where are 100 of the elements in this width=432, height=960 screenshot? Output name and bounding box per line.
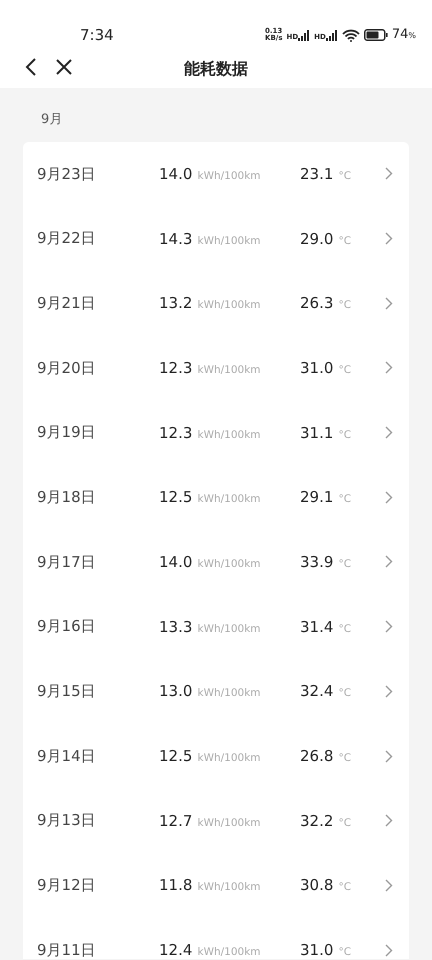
energy-unit: kWh/100km xyxy=(198,364,261,376)
energy-value: 12.4 xyxy=(159,941,192,958)
chevron-right-icon xyxy=(385,684,393,698)
energy-value: 14.3 xyxy=(159,230,192,248)
list-row[interactable]: 9月18日 12.5 kWh/100km 29.1 °C xyxy=(23,464,409,530)
chevron-right-icon xyxy=(385,944,393,957)
energy-value: 13.2 xyxy=(159,294,192,312)
date-text: 9月23日 xyxy=(37,164,97,185)
temperature-value: 30.8 xyxy=(300,876,334,894)
energy-value: 12.3 xyxy=(159,358,192,377)
list-row[interactable]: 9月16日 13.3 kWh/100km 31.4 °C xyxy=(23,594,409,659)
date-text: 9月19日 xyxy=(37,422,97,444)
energy-unit: kWh/100km xyxy=(198,687,261,700)
month-label: 9月 xyxy=(40,111,64,129)
temperature-unit: °C xyxy=(338,946,352,958)
list-row[interactable]: 9月17日 14.0 kWh/100km 33.9 °C xyxy=(23,530,409,594)
chevron-right-icon xyxy=(385,490,393,504)
list-row[interactable]: 9月19日 12.3 kWh/100km 31.1 °C xyxy=(23,400,409,465)
temperature-value: 33.9 xyxy=(300,552,334,571)
energy-value: 13.3 xyxy=(159,618,192,636)
signal-icon xyxy=(298,30,310,40)
temperature-unit: °C xyxy=(338,170,352,182)
temperature-value: 26.3 xyxy=(300,294,334,312)
list-row[interactable]: 9月13日 12.7 kWh/100km 32.2 °C xyxy=(23,788,409,854)
temperature-unit: °C xyxy=(338,752,352,764)
chevron-right-icon xyxy=(385,750,393,763)
battery-icon xyxy=(364,29,388,41)
energy-value: 13.0 xyxy=(159,682,192,700)
chevron-right-icon xyxy=(385,814,393,828)
temperature-unit: °C xyxy=(338,234,352,247)
chevron-right-icon xyxy=(385,426,393,440)
temperature-unit: °C xyxy=(338,493,352,506)
energy-unit: kWh/100km xyxy=(198,493,261,506)
temperature-value: 29.0 xyxy=(300,230,334,248)
energy-unit: kWh/100km xyxy=(198,428,261,441)
list-row[interactable]: 9月20日 12.3 kWh/100km 31.0 °C xyxy=(23,336,409,400)
energy-value: 14.0 xyxy=(159,552,192,571)
energy-value: 11.8 xyxy=(159,876,192,894)
status-time: 7:34 xyxy=(80,24,114,46)
temperature-unit: °C xyxy=(338,622,352,635)
list-row[interactable]: 9月22日 14.3 kWh/100km 29.0 °C xyxy=(23,206,409,271)
list-row[interactable]: 9月12日 11.8 kWh/100km 30.8 °C xyxy=(23,853,409,918)
chevron-right-icon xyxy=(385,167,393,180)
list-row[interactable]: 9月23日 14.0 kWh/100km 23.1 °C xyxy=(23,142,409,206)
temperature-value: 26.8 xyxy=(300,747,334,766)
chevron-right-icon xyxy=(385,555,393,568)
date-text: 9月12日 xyxy=(37,875,97,896)
date-text: 9月15日 xyxy=(37,681,97,702)
temperature-value: 31.0 xyxy=(300,358,334,377)
temperature-unit: °C xyxy=(338,558,352,570)
temperature-value: 31.0 xyxy=(300,941,334,958)
date-text: 9月14日 xyxy=(37,746,97,767)
temperature-unit: °C xyxy=(338,687,352,700)
date-text: 9月21日 xyxy=(37,292,97,314)
temperature-unit: °C xyxy=(338,816,352,829)
temperature-unit: °C xyxy=(338,299,352,312)
percent-sign: % xyxy=(408,30,416,42)
chevron-right-icon xyxy=(385,296,393,310)
energy-unit: kWh/100km xyxy=(198,234,261,247)
page-title: 能耗数据 xyxy=(184,58,248,80)
energy-unit: kWh/100km xyxy=(198,752,261,764)
temperature-value: 23.1 xyxy=(300,164,334,183)
list-row[interactable]: 9月11日 12.4 kWh/100km 31.0 °C xyxy=(23,918,409,958)
energy-value: 12.5 xyxy=(159,747,192,766)
energy-value: 14.0 xyxy=(159,164,192,183)
temperature-value: 31.1 xyxy=(300,424,334,442)
energy-unit: kWh/100km xyxy=(198,816,261,829)
chevron-right-icon xyxy=(385,232,393,246)
date-text: 9月13日 xyxy=(37,810,97,832)
energy-unit: kWh/100km xyxy=(198,946,261,958)
wifi-icon xyxy=(342,28,360,42)
temperature-value: 29.1 xyxy=(300,488,334,506)
energy-value: 12.5 xyxy=(159,488,192,506)
date-text: 9月18日 xyxy=(37,487,97,508)
list-row[interactable]: 9月14日 12.5 kWh/100km 26.8 °C xyxy=(23,724,409,788)
temperature-value: 32.4 xyxy=(300,682,334,700)
energy-value: 12.7 xyxy=(159,812,192,830)
chevron-right-icon xyxy=(385,620,393,634)
date-text: 9月20日 xyxy=(37,358,97,379)
temperature-unit: °C xyxy=(338,428,352,441)
energy-unit: kWh/100km xyxy=(198,622,261,635)
temperature-unit: °C xyxy=(338,364,352,376)
temperature-value: 31.4 xyxy=(300,618,334,636)
chevron-right-icon xyxy=(385,361,393,374)
temperature-unit: °C xyxy=(338,881,352,894)
energy-unit: kWh/100km xyxy=(198,170,261,182)
chevron-right-icon xyxy=(385,878,393,892)
temperature-value: 32.2 xyxy=(300,812,334,830)
list-row[interactable]: 9月15日 13.0 kWh/100km 32.4 °C xyxy=(23,659,409,724)
date-text: 9月22日 xyxy=(37,228,97,250)
energy-unit: kWh/100km xyxy=(198,558,261,570)
list-row[interactable]: 9月21日 13.2 kWh/100km 26.3 °C xyxy=(23,270,409,336)
energy-value: 12.3 xyxy=(159,424,192,442)
energy-unit: kWh/100km xyxy=(198,299,261,312)
signal-icon xyxy=(326,30,338,40)
date-text: 9月17日 xyxy=(37,552,97,573)
battery-percent: 74 xyxy=(392,26,408,44)
date-text: 9月11日 xyxy=(37,940,97,958)
date-text: 9月16日 xyxy=(37,616,97,638)
energy-unit: kWh/100km xyxy=(198,881,261,894)
